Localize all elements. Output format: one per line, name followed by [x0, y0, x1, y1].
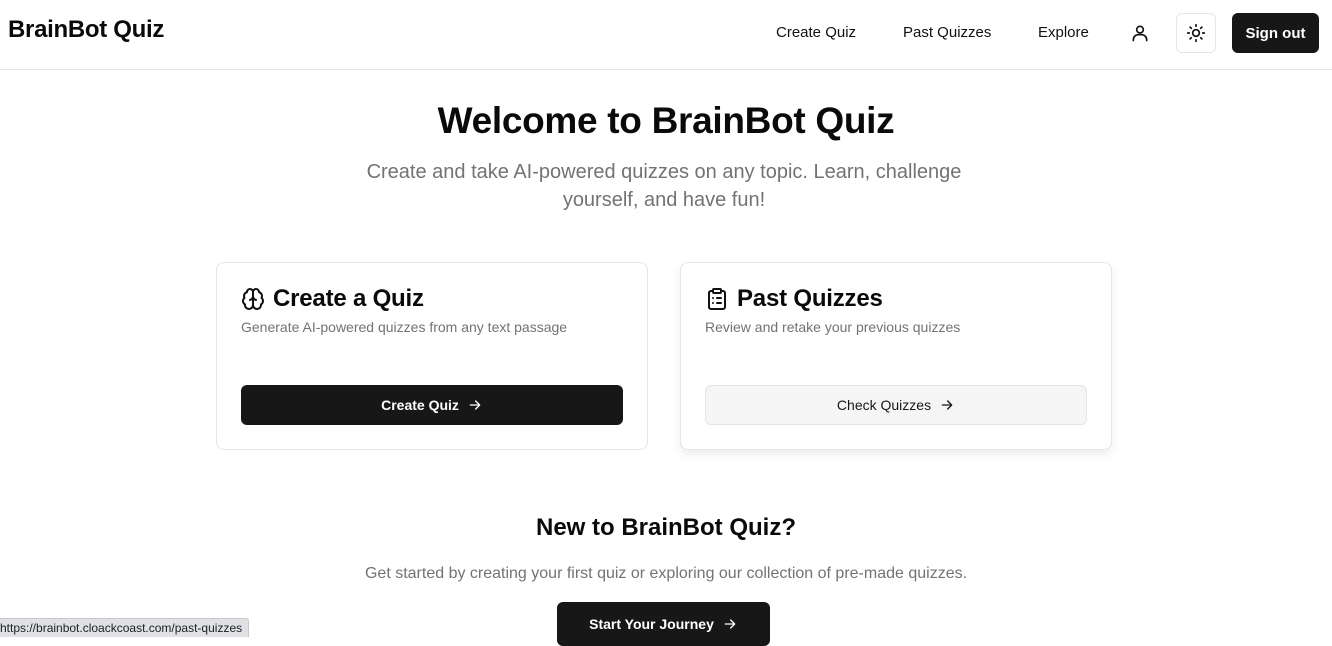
card-title: Past Quizzes — [737, 285, 883, 312]
sign-out-button[interactable]: Sign out — [1232, 13, 1319, 53]
top-navbar: BrainBot Quiz Create Quiz Past Quizzes E… — [0, 0, 1332, 70]
theme-toggle-button[interactable] — [1176, 13, 1216, 53]
brain-icon — [241, 287, 265, 311]
nav-past-quizzes[interactable]: Past Quizzes — [903, 24, 991, 41]
past-quizzes-card: Past Quizzes Review and retake your prev… — [680, 262, 1112, 450]
button-label: Start Your Journey — [589, 616, 714, 632]
sun-icon — [1186, 23, 1206, 43]
link-preview-status: https://brainbot.cloackcoast.com/past-qu… — [0, 618, 250, 637]
start-journey-button[interactable]: Start Your Journey — [557, 602, 770, 646]
arrow-right-icon — [722, 616, 738, 632]
arrow-right-icon — [939, 397, 955, 413]
profile-button[interactable] — [1122, 15, 1158, 51]
page-subtitle: Create and take AI-powered quizzes on an… — [366, 161, 962, 211]
onboarding-title: New to BrainBot Quiz? — [536, 514, 796, 541]
clipboard-list-icon — [705, 287, 729, 311]
arrow-right-icon — [467, 397, 483, 413]
onboarding-subtitle: Get started by creating your first quiz … — [364, 565, 968, 582]
page-title: Welcome to BrainBot Quiz — [437, 100, 895, 141]
check-quizzes-button[interactable]: Check Quizzes — [705, 385, 1087, 425]
card-description: Generate AI-powered quizzes from any tex… — [241, 319, 568, 335]
brand-logo-text[interactable]: BrainBot Quiz — [8, 16, 164, 44]
user-icon — [1132, 25, 1148, 42]
create-quiz-button[interactable]: Create Quiz — [241, 385, 623, 425]
button-label: Create Quiz — [381, 397, 459, 413]
nav-create-quiz[interactable]: Create Quiz — [776, 24, 856, 41]
card-description: Review and retake your previous quizzes — [705, 319, 961, 335]
card-title: Create a Quiz — [273, 285, 424, 312]
button-label: Check Quizzes — [836, 397, 932, 413]
nav-explore[interactable]: Explore — [1038, 24, 1089, 41]
create-quiz-card: Create a Quiz Generate AI-powered quizze… — [216, 262, 648, 450]
